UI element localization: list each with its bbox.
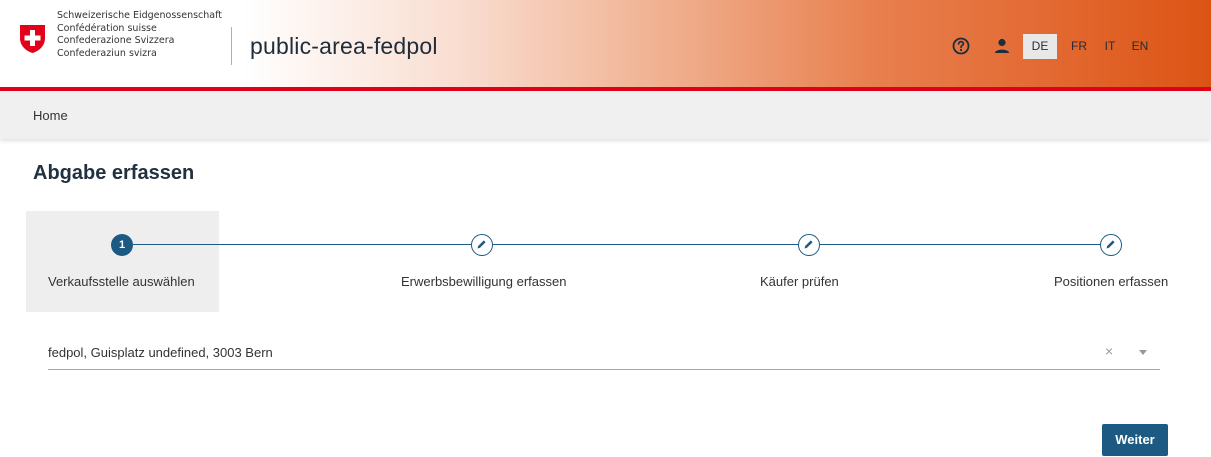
app-title: public-area-fedpol: [250, 33, 438, 59]
active-step-highlight: [26, 211, 219, 312]
confederation-line-de: Schweizerische Eidgenossenschaft: [57, 10, 223, 21]
step-2-pencil-icon[interactable]: [471, 234, 493, 256]
clear-icon[interactable]: ×: [1105, 343, 1113, 359]
step-connector-1: [133, 244, 471, 245]
help-icon[interactable]: [952, 37, 970, 55]
app-header: Schweizerische Eidgenossenschaft Confédé…: [0, 0, 1211, 87]
sales-point-select[interactable]: fedpol, Guisplatz undefined, 3003 Bern ×: [48, 336, 1160, 370]
confederation-wordmark: Schweizerische Eidgenossenschaft Confédé…: [57, 10, 222, 60]
confederation-line-rm: Confederaziun svizra: [57, 47, 157, 59]
confederation-line-it: Confederazione Svizzera: [57, 35, 175, 47]
language-fr[interactable]: FR: [1067, 34, 1091, 59]
page-title: Abgabe erfassen: [33, 162, 195, 184]
chevron-down-icon[interactable]: [1139, 350, 1147, 355]
breadcrumb-home-link[interactable]: Home: [33, 108, 68, 123]
breadcrumb: Home: [0, 91, 1211, 139]
step-connector-3: [820, 244, 1100, 245]
sales-point-select-value: fedpol, Guisplatz undefined, 3003 Bern: [48, 345, 273, 360]
header-divider: [231, 27, 232, 65]
language-en[interactable]: EN: [1129, 34, 1151, 59]
step-1-number-badge[interactable]: 1: [111, 234, 133, 256]
confederation-line-fr: Confédération suisse: [57, 22, 157, 34]
step-4-label[interactable]: Positionen erfassen: [1054, 274, 1168, 289]
next-button[interactable]: Weiter: [1102, 424, 1168, 456]
step-3-label[interactable]: Käufer prüfen: [760, 274, 839, 289]
step-1-label[interactable]: Verkaufsstelle auswählen: [48, 274, 195, 289]
swiss-coat-of-arms-logo: [20, 25, 45, 53]
language-de[interactable]: DE: [1023, 34, 1057, 59]
step-4-pencil-icon[interactable]: [1100, 234, 1122, 256]
language-it[interactable]: IT: [1101, 34, 1119, 59]
step-2-label[interactable]: Erwerbsbewilligung erfassen: [401, 274, 566, 289]
step-3-pencil-icon[interactable]: [798, 234, 820, 256]
user-icon[interactable]: [994, 38, 1010, 54]
step-connector-2: [493, 244, 798, 245]
